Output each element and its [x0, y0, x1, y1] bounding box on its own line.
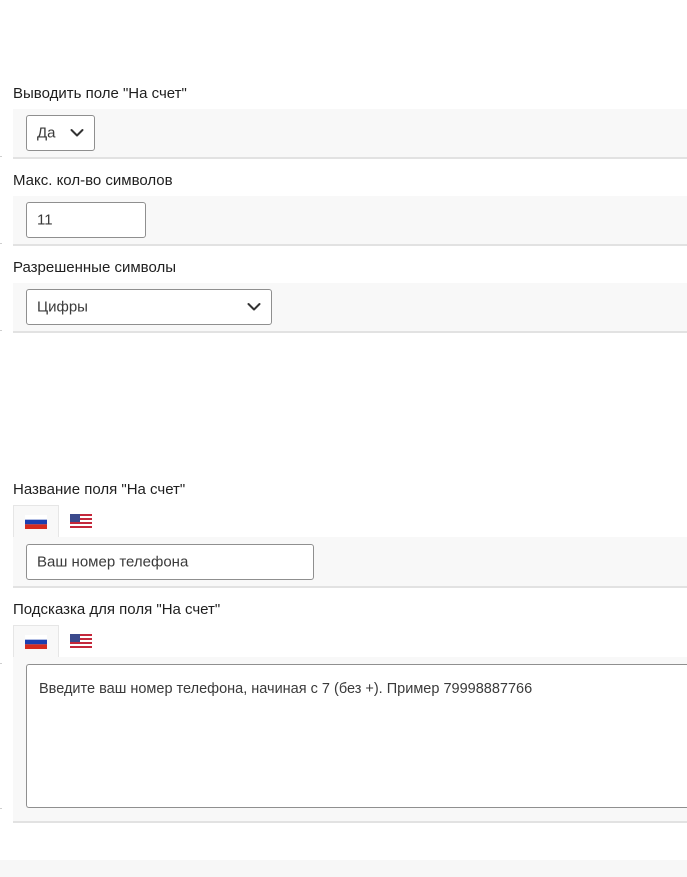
show-account-field-label: Выводить поле "На счет"	[13, 85, 187, 102]
field-divider	[13, 157, 687, 159]
field-row-background	[13, 109, 687, 157]
row-edge	[0, 663, 2, 664]
language-tab-ru[interactable]	[13, 625, 59, 657]
max-chars-value: 11	[37, 211, 53, 229]
field-divider	[13, 244, 687, 246]
ru-flag-icon	[25, 515, 47, 529]
next-section-background	[0, 860, 687, 877]
language-tab-us[interactable]	[59, 505, 105, 537]
ru-flag-icon	[25, 635, 47, 649]
row-edge	[0, 243, 2, 244]
language-tab-us[interactable]	[59, 625, 105, 657]
field-divider	[13, 821, 687, 823]
max-chars-label: Макс. кол-во символов	[13, 172, 173, 189]
settings-form: Выводить поле "На счет" Да Макс. кол-во …	[0, 0, 687, 877]
field-divider	[13, 586, 687, 588]
chevron-down-icon	[70, 129, 84, 137]
row-edge	[0, 330, 2, 331]
account-field-name-value: Ваш номер телефона	[37, 553, 189, 571]
allowed-chars-select[interactable]: Цифры	[26, 289, 272, 325]
us-flag-icon	[70, 634, 92, 648]
allowed-chars-label: Разрешенные символы	[13, 259, 177, 276]
allowed-chars-value: Цифры	[37, 298, 88, 316]
language-tab-ru[interactable]	[13, 505, 59, 537]
account-field-hint-label: Подсказка для поля "На счет"	[13, 601, 221, 618]
row-edge	[0, 808, 2, 809]
max-chars-input[interactable]: 11	[26, 202, 146, 238]
us-flag-icon	[70, 514, 92, 528]
row-edge	[0, 156, 2, 157]
show-account-field-select[interactable]: Да	[26, 115, 95, 151]
account-field-hint-value: Введите ваш номер телефона, начиная с 7 …	[39, 681, 533, 697]
account-field-name-label: Название поля "На счет"	[13, 481, 186, 498]
show-account-field-value: Да	[37, 124, 56, 142]
chevron-down-icon	[247, 303, 261, 311]
field-divider	[13, 331, 687, 333]
account-field-hint-textarea[interactable]: Введите ваш номер телефона, начиная с 7 …	[26, 664, 687, 808]
account-field-name-input[interactable]: Ваш номер телефона	[26, 544, 314, 580]
